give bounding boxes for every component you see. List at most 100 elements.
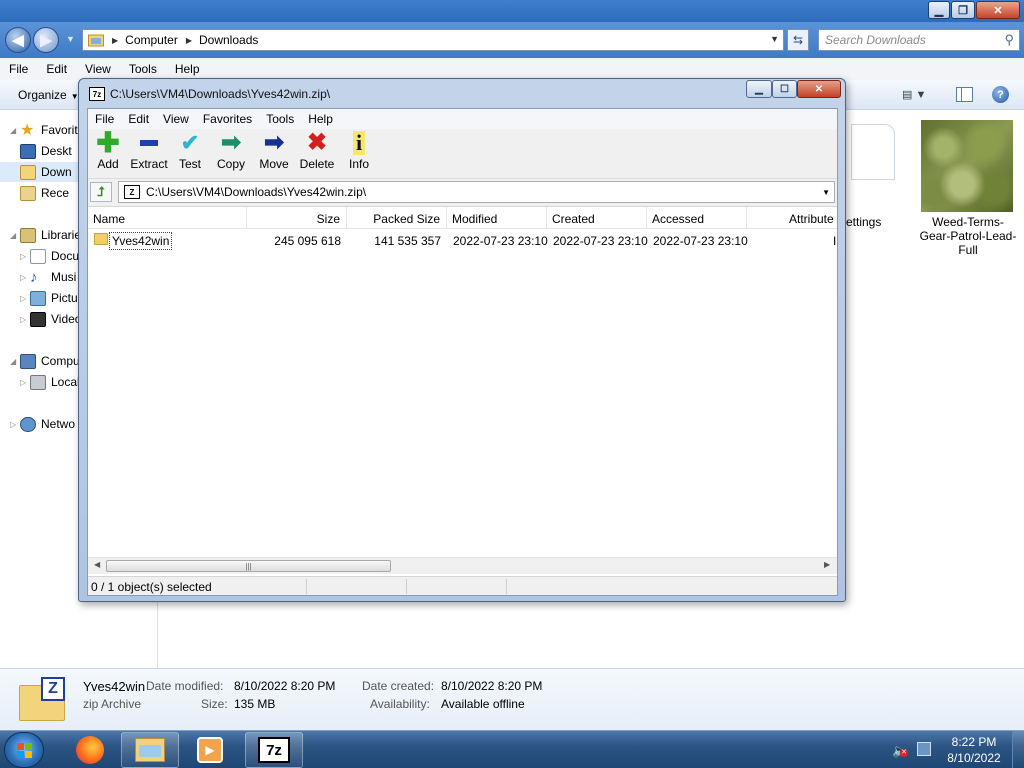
info-label: Info [348, 157, 369, 171]
add-button[interactable]: ✚ Add [95, 127, 121, 177]
close-button[interactable]: ✕ [797, 80, 841, 98]
menu-tools[interactable]: Tools [120, 62, 166, 76]
file-item-settings-label: ettings [846, 215, 882, 229]
menu-file[interactable]: File [0, 62, 37, 76]
help-icon[interactable]: ? [992, 86, 1009, 103]
organize-button[interactable]: Organize ▼ [18, 88, 79, 102]
collapse-arrow-icon[interactable]: ◢ [10, 357, 18, 366]
info-icon: i [353, 131, 365, 155]
minus-icon [137, 131, 161, 155]
column-header-size[interactable]: Size [247, 207, 347, 229]
nav-libraries-label: Librarie [41, 228, 82, 242]
column-header-name[interactable]: Name [88, 207, 247, 229]
taskbar-explorer[interactable] [121, 732, 179, 768]
scroll-left-icon[interactable]: ◀ [94, 560, 100, 569]
extract-button[interactable]: Extract [130, 131, 168, 177]
network-tray-icon[interactable] [917, 742, 931, 756]
preview-pane-button[interactable] [956, 87, 973, 102]
7zip-path-bar: ⮥ Z C:\Users\VM4\Downloads\Yves42win.zip… [88, 180, 837, 204]
search-input[interactable]: Search Downloads ⚲ [818, 29, 1020, 51]
forward-button[interactable]: ▶ [33, 27, 59, 53]
path-dropdown-icon[interactable]: ▼ [822, 188, 830, 197]
maximize-button[interactable]: ❐ [951, 1, 975, 19]
nav-desktop-label: Deskt [41, 144, 72, 158]
column-header-packed-size[interactable]: Packed Size [347, 207, 447, 229]
address-bar[interactable]: ▶ Computer ▶ Downloads ▼ [82, 29, 784, 51]
recent-pages-dropdown[interactable]: ▼ [66, 34, 75, 44]
column-header-accessed[interactable]: Accessed [647, 207, 747, 229]
menu-view[interactable]: View [156, 112, 196, 126]
plus-icon: ✚ [96, 127, 120, 158]
menu-view[interactable]: View [76, 62, 120, 76]
move-button[interactable]: ➡ Move [258, 131, 290, 177]
nav-computer-label: Compu [41, 354, 80, 368]
menu-edit[interactable]: Edit [37, 62, 76, 76]
taskbar-7zip[interactable]: 7z [245, 732, 303, 768]
menu-help[interactable]: Help [166, 62, 209, 76]
file-item-settings[interactable] [845, 120, 895, 210]
clock-time[interactable]: 8:22 PM [944, 735, 1004, 749]
7zip-window: 7z C:\Users\VM4\Downloads\Yves42win.zip\… [78, 78, 846, 602]
up-arrow-icon: ⮥ [97, 184, 105, 199]
move-label: Move [259, 157, 289, 171]
table-row[interactable]: Yves42win 245 095 618 141 535 357 2022-0… [88, 231, 837, 251]
status-divider [306, 579, 307, 594]
start-button[interactable] [4, 732, 44, 768]
scroll-right-icon[interactable]: ▶ [824, 560, 830, 569]
horizontal-scrollbar[interactable]: ◀ ||| ▶ [88, 557, 837, 574]
column-header-created[interactable]: Created [547, 207, 647, 229]
checkmark-icon: ✔ [180, 130, 200, 155]
nav-downloads-label: Down [41, 165, 72, 179]
menu-favorites[interactable]: Favorites [196, 112, 259, 126]
refresh-button[interactable]: ⇆ [787, 29, 809, 51]
status-divider [406, 579, 407, 594]
change-view-button[interactable]: ▤ ▼ [902, 88, 926, 101]
collapse-arrow-icon[interactable]: ◢ [10, 126, 18, 135]
nav-recent-label: Rece [41, 186, 70, 200]
media-player-icon: ▶ [197, 737, 223, 763]
breadcrumb-downloads[interactable]: Downloads [199, 33, 258, 47]
expand-arrow-icon[interactable]: ▷ [20, 315, 28, 324]
collapse-arrow-icon[interactable]: ◢ [10, 231, 18, 240]
expand-arrow-icon[interactable]: ▷ [20, 294, 28, 303]
info-button[interactable]: i Info [346, 131, 372, 177]
taskbar-media-player[interactable]: ▶ [181, 732, 239, 768]
search-icon[interactable]: ⚲ [1004, 32, 1014, 48]
menu-file[interactable]: File [88, 112, 121, 126]
minimize-button[interactable]: ▁ [746, 80, 772, 98]
show-desktop-button[interactable] [1012, 731, 1024, 768]
clock-date[interactable]: 8/10/2022 [944, 751, 1004, 765]
test-button[interactable]: ✔ Test [177, 131, 203, 177]
menu-edit[interactable]: Edit [121, 112, 156, 126]
scrollbar-thumb[interactable]: ||| [106, 560, 391, 572]
taskbar-firefox[interactable] [61, 732, 119, 768]
image-thumbnail[interactable] [921, 120, 1013, 212]
close-button[interactable]: ✕ [976, 1, 1020, 19]
expand-arrow-icon[interactable]: ▷ [10, 420, 18, 429]
menu-help[interactable]: Help [301, 112, 340, 126]
documents-icon [30, 248, 46, 264]
expand-arrow-icon[interactable]: ▷ [20, 273, 28, 282]
column-header-modified[interactable]: Modified [447, 207, 547, 229]
7zip-app-icon[interactable]: 7z [89, 87, 105, 101]
expand-arrow-icon[interactable]: ▷ [20, 252, 28, 261]
column-header-attributes[interactable]: Attribute [747, 207, 837, 229]
archive-icon: Z [124, 185, 140, 199]
copy-button[interactable]: ➡ Copy [216, 131, 246, 177]
row-created: 2022-07-23 23:10 [553, 234, 648, 248]
delete-label: Delete [299, 157, 335, 171]
row-modified: 2022-07-23 23:10 [453, 234, 548, 248]
address-dropdown-icon[interactable]: ▼ [770, 34, 779, 44]
delete-button[interactable]: ✖ Delete [299, 131, 335, 177]
nav-local-disk-label: Local [51, 375, 80, 389]
minimize-button[interactable]: ▁ [928, 1, 950, 19]
path-input[interactable]: Z C:\Users\VM4\Downloads\Yves42win.zip\ … [118, 181, 835, 203]
back-button[interactable]: ◀ [5, 27, 31, 53]
row-name[interactable]: Yves42win [109, 232, 173, 250]
breadcrumb-computer[interactable]: Computer [125, 33, 178, 47]
expand-arrow-icon[interactable]: ▷ [20, 378, 28, 387]
up-folder-button[interactable]: ⮥ [90, 182, 112, 202]
maximize-button[interactable]: ☐ [772, 80, 797, 98]
menu-tools[interactable]: Tools [259, 112, 301, 126]
pictures-icon [30, 290, 46, 306]
